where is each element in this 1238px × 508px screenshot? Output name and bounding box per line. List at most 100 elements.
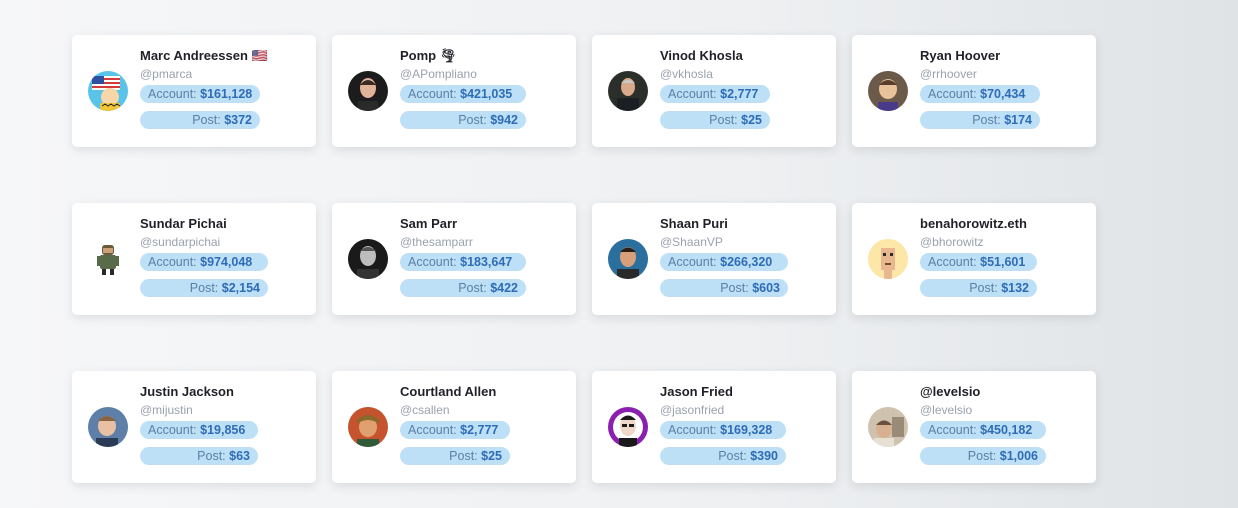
creator-name[interactable]: Marc Andreessen 🇺🇸 [140,49,308,63]
post-label: Post: [718,449,751,463]
post-label: Post: [189,281,222,295]
post-value: $942 [490,113,518,127]
post-label: Post: [197,449,230,463]
account-value-badge: Account: $450,182 [920,421,1046,439]
creator-handle[interactable]: @levelsio [920,403,1088,417]
account-value: $19,856 [200,423,246,437]
creator-name[interactable]: Ryan Hoover [920,49,1088,63]
post-value: $174 [1004,113,1032,127]
post-value-badge: Post: $25 [400,447,510,465]
account-label: Account: [148,423,201,437]
account-value-badge: Account: $19,856 [140,421,258,439]
man-portrait-avatar [608,239,648,279]
man-portrait-avatar [868,71,908,111]
account-value: $51,601 [980,255,1026,269]
post-value-badge: Post: $25 [660,111,770,129]
post-label: Post: [458,281,491,295]
account-value: $2,777 [460,423,499,437]
creator-card[interactable]: @levelsio @levelsio Account: $450,182 Po… [852,371,1096,483]
post-value-badge: Post: $603 [660,279,788,297]
account-label: Account: [928,87,981,101]
creator-handle[interactable]: @ShaanVP [660,235,828,249]
creator-handle[interactable]: @bhorowitz [920,235,1088,249]
creator-handle[interactable]: @rrhoover [920,67,1088,81]
post-value-badge: Post: $390 [660,447,786,465]
account-label: Account: [408,87,461,101]
creator-name[interactable]: @levelsio [920,385,1088,399]
creator-card[interactable]: Sam Parr @thesamparr Account: $183,647 P… [332,203,576,315]
account-value-badge: Account: $70,434 [920,85,1040,103]
creator-card-grid: Marc Andreessen 🇺🇸 @pmarca Account: $161… [72,35,1096,483]
post-value-badge: Post: $2,154 [140,279,268,297]
creator-name[interactable]: benahorowitz.eth [920,217,1088,231]
post-value: $372 [224,113,252,127]
post-label: Post: [969,281,1002,295]
account-label: Account: [928,423,981,437]
creator-card[interactable]: Pomp 🌪 @APompliano Account: $421,035 Pos… [332,35,576,147]
account-label: Account: [668,255,721,269]
creator-name[interactable]: Jason Fried [660,385,828,399]
creator-handle[interactable]: @csallen [400,403,568,417]
creator-handle[interactable]: @jasonfried [660,403,828,417]
creator-name[interactable]: Sam Parr [400,217,568,231]
creator-handle[interactable]: @thesamparr [400,235,568,249]
creator-card[interactable]: Vinod Khosla @vkhosla Account: $2,777 Po… [592,35,836,147]
charlie-brown-flag-avatar [88,71,128,111]
creator-name[interactable]: Shaan Puri [660,217,828,231]
creator-name[interactable]: Sundar Pichai [140,217,308,231]
account-label: Account: [668,87,721,101]
account-value-badge: Account: $183,647 [400,253,526,271]
post-value: $390 [750,449,778,463]
post-label: Post: [709,113,742,127]
account-value: $266,320 [720,255,773,269]
post-label: Post: [449,449,482,463]
creator-card[interactable]: Courtland Allen @csallen Account: $2,777… [332,371,576,483]
post-label: Post: [720,281,753,295]
man-portrait-avatar [608,71,648,111]
account-value-badge: Account: $974,048 [140,253,268,271]
creator-card[interactable]: Ryan Hoover @rrhoover Account: $70,434 P… [852,35,1096,147]
creator-handle[interactable]: @mijustin [140,403,308,417]
post-label: Post: [967,449,1000,463]
creator-card[interactable]: Shaan Puri @ShaanVP Account: $266,320 Po… [592,203,836,315]
creator-card[interactable]: Justin Jackson @mijustin Account: $19,85… [72,371,316,483]
post-label: Post: [192,113,225,127]
post-value: $25 [741,113,762,127]
account-value: $974,048 [200,255,253,269]
creator-card[interactable]: benahorowitz.eth @bhorowitz Account: $51… [852,203,1096,315]
post-value: $603 [752,281,780,295]
post-label: Post: [458,113,491,127]
creator-handle[interactable]: @pmarca [140,67,308,81]
man-portrait-avatar [348,71,388,111]
creator-handle[interactable]: @sundarpichai [140,235,308,249]
creator-card[interactable]: Jason Fried @jasonfried Account: $169,32… [592,371,836,483]
creator-name[interactable]: Courtland Allen [400,385,568,399]
account-value-badge: Account: $2,777 [660,85,770,103]
creator-card[interactable]: Marc Andreessen 🇺🇸 @pmarca Account: $161… [72,35,316,147]
account-label: Account: [408,255,461,269]
creator-card[interactable]: Sundar Pichai @sundarpichai Account: $97… [72,203,316,315]
man-portrait-avatar [348,239,388,279]
account-value: $2,777 [720,87,759,101]
creator-name[interactable]: Justin Jackson [140,385,308,399]
post-value: $1,006 [999,449,1038,463]
creator-name[interactable]: Pomp 🌪 [400,49,568,63]
creator-name[interactable]: Vinod Khosla [660,49,828,63]
post-value: $25 [481,449,502,463]
man-portrait-avatar [88,407,128,447]
man-portrait-avatar [868,407,908,447]
account-label: Account: [148,87,201,101]
post-value: $2,154 [221,281,260,295]
account-label: Account: [408,423,461,437]
post-value-badge: Post: $942 [400,111,526,129]
account-value: $183,647 [460,255,513,269]
creator-handle[interactable]: @vkhosla [660,67,828,81]
creator-handle[interactable]: @APompliano [400,67,568,81]
man-portrait-avatar [348,407,388,447]
man-portrait-avatar [608,407,648,447]
post-value-badge: Post: $63 [140,447,258,465]
post-value-badge: Post: $1,006 [920,447,1046,465]
post-value-badge: Post: $174 [920,111,1040,129]
pixel-punk-avatar [868,239,908,279]
post-value: $132 [1001,281,1029,295]
